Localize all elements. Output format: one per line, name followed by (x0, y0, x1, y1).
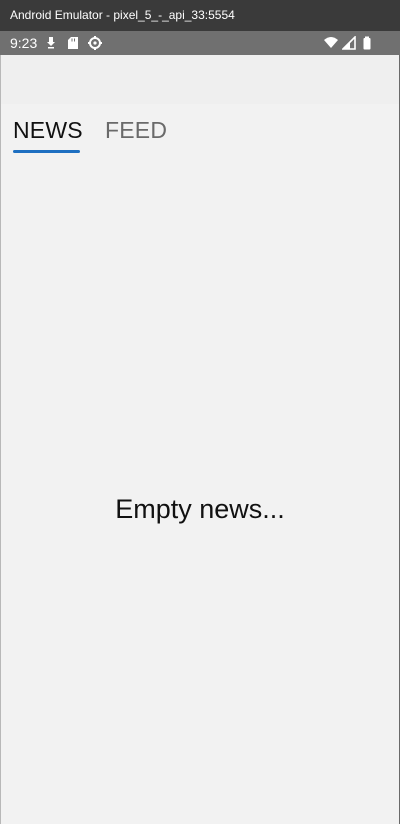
app-toolbar (0, 55, 400, 104)
tab-feed[interactable]: FEED (105, 116, 167, 144)
sd-card-icon (66, 36, 80, 50)
status-right-icons (324, 35, 374, 50)
tab-selected-indicator (13, 150, 80, 153)
status-bar: 9:23 (0, 31, 400, 55)
download-icon (44, 36, 58, 50)
main-content: NEWS FEED Empty news... (0, 104, 400, 824)
signal-icon (341, 35, 356, 50)
frame-left-edge (0, 55, 1, 824)
empty-news-message: Empty news... (115, 494, 285, 524)
window-title: Android Emulator - pixel_5_-_api_33:5554 (10, 8, 235, 22)
status-time: 9:23 (10, 35, 38, 51)
settings-gear-icon (88, 36, 102, 50)
battery-icon (360, 36, 374, 50)
emulator-frame: Android Emulator - pixel_5_-_api_33:5554… (0, 0, 400, 824)
wifi-icon (324, 36, 338, 50)
tab-news[interactable]: NEWS (13, 116, 83, 144)
status-left-icons (44, 36, 102, 50)
window-title-bar[interactable]: Android Emulator - pixel_5_-_api_33:5554 (0, 0, 400, 31)
